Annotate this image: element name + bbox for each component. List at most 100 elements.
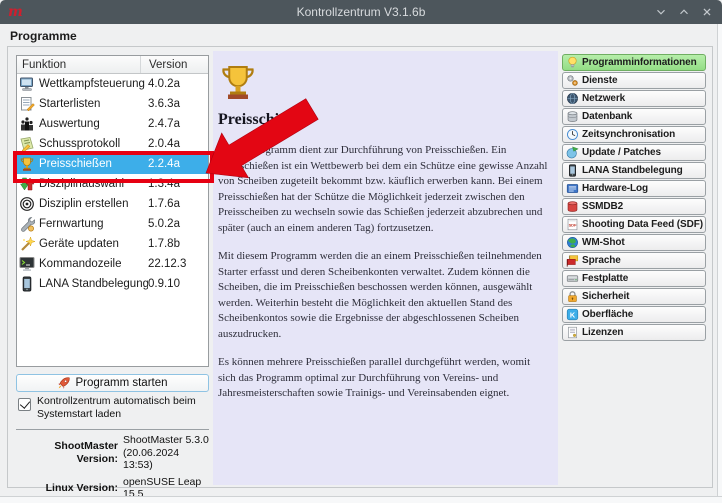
divider bbox=[16, 429, 209, 430]
column-header-funktion[interactable]: Funktion bbox=[17, 56, 141, 73]
sidebar-button-oberflaeche[interactable]: KOberfläche bbox=[562, 306, 706, 323]
table-row-preisschiessen[interactable]: Preisschießen2.2.4a bbox=[17, 154, 208, 174]
table-row-kommandozeile[interactable]: Kommandozeile22.12.3 bbox=[17, 254, 208, 274]
sidebar-label: SSMDB2 bbox=[582, 201, 623, 212]
detail-description: Dieses Programm dient zur Durchführung v… bbox=[218, 143, 548, 402]
minimize-button[interactable] bbox=[654, 5, 668, 19]
version-value: 5.0.2a bbox=[148, 218, 208, 230]
version-value: 1.7.6a bbox=[148, 198, 208, 210]
function-table: FunktionVersion Wettkampfsteuerung4.0.2a… bbox=[16, 55, 209, 367]
function-label: Disziplinauswahl bbox=[39, 178, 148, 190]
sidebar-label: Lizenzen bbox=[582, 327, 623, 338]
function-label: LANA Standbelegung bbox=[39, 278, 148, 290]
sidebar-button-lana-standbelegung[interactable]: LANA Standbelegung bbox=[562, 162, 706, 179]
maximize-button[interactable] bbox=[677, 5, 691, 19]
version-value: 1.7.8b bbox=[148, 238, 208, 250]
sidebar-button-hardware-log[interactable]: Hardware-Log bbox=[562, 180, 706, 197]
version-value: 4.0.2a bbox=[148, 78, 208, 90]
list-pencil-icon bbox=[19, 96, 35, 112]
function-label: Fernwartung bbox=[39, 218, 148, 230]
updown-arrows-icon bbox=[19, 176, 35, 192]
meyton-logo: m bbox=[8, 0, 23, 24]
sidebar-label: Netzwerk bbox=[582, 93, 625, 104]
sidebar-button-netzwerk[interactable]: Netzwerk bbox=[562, 90, 706, 107]
sidebar-button-sprache[interactable]: Sprache bbox=[562, 252, 706, 269]
start-program-label: Programm starten bbox=[75, 377, 167, 389]
kde-icon: K bbox=[566, 308, 579, 321]
trophy-icon bbox=[218, 61, 258, 103]
sdf-doc-icon: SDF bbox=[566, 218, 579, 231]
wrench-icon bbox=[19, 216, 35, 232]
table-body: Wettkampfsteuerung4.0.2aStarterlisten3.6… bbox=[17, 74, 208, 294]
sidebar-button-programminformationen[interactable]: Programminformationen bbox=[562, 54, 706, 71]
autostart-checkbox[interactable]: Kontrollzentrum automatisch beim Systems… bbox=[18, 395, 208, 420]
table-row-disziplinauswahl[interactable]: Disziplinauswahl1.3.4a bbox=[17, 174, 208, 194]
sidebar-label: LANA Standbelegung bbox=[582, 165, 683, 176]
computer-icon bbox=[19, 76, 35, 92]
programme-section-label: Programme bbox=[10, 29, 77, 43]
function-label: Kommandozeile bbox=[39, 258, 148, 270]
close-button[interactable] bbox=[700, 5, 714, 19]
checkbox-box[interactable] bbox=[18, 398, 31, 411]
podium-icon bbox=[19, 116, 35, 132]
window-frame-bottom bbox=[0, 496, 722, 503]
sidebar-label: Festplatte bbox=[582, 273, 628, 284]
table-header: FunktionVersion bbox=[17, 56, 208, 74]
sidebar-button-sicherheit[interactable]: Sicherheit bbox=[562, 288, 706, 305]
sidebar-label: Sprache bbox=[582, 255, 621, 266]
sidebar-button-festplatte[interactable]: Festplatte bbox=[562, 270, 706, 287]
target-icon bbox=[19, 196, 35, 212]
globe-update-icon bbox=[566, 146, 579, 159]
magic-wand-icon bbox=[19, 236, 35, 252]
table-row-lana-standbelegung[interactable]: LANA Standbelegung0.9.10 bbox=[17, 274, 208, 294]
sidebar-label: WM-Shot bbox=[582, 237, 625, 248]
table-row-fernwartung[interactable]: Fernwartung5.0.2a bbox=[17, 214, 208, 234]
rocket-icon bbox=[57, 376, 71, 390]
table-row-geraete-updaten[interactable]: Geräte updaten1.7.8b bbox=[17, 234, 208, 254]
sidebar-button-wm-shot[interactable]: WM-Shot bbox=[562, 234, 706, 251]
hardware-log-icon bbox=[566, 182, 579, 195]
sidebar-label: Programminformationen bbox=[582, 57, 697, 68]
sidebar-button-shooting-data-feed-sdf[interactable]: SDFShooting Data Feed (SDF) bbox=[562, 216, 706, 233]
license-doc-icon bbox=[566, 326, 579, 339]
sidebar-button-update-patches[interactable]: Update / Patches bbox=[562, 144, 706, 161]
version-value: 2.2.4a bbox=[148, 158, 208, 170]
sidebar-label: Oberfläche bbox=[582, 309, 633, 320]
version-info: ShootMaster Version:ShootMaster 5.3.0 (2… bbox=[16, 434, 214, 503]
function-label: Wettkampfsteuerung bbox=[39, 78, 148, 90]
table-row-schussprotokoll[interactable]: Schussprotokoll2.0.4a bbox=[17, 134, 208, 154]
version-value: ShootMaster 5.3.0 (20.06.2024 13:53) bbox=[123, 434, 211, 472]
bulb-icon bbox=[566, 56, 579, 69]
sidebar-button-ssmdb2[interactable]: SSMDB2 bbox=[562, 198, 706, 215]
version-info-row: ShootMaster Version:ShootMaster 5.3.0 (2… bbox=[16, 434, 214, 472]
column-header-version[interactable]: Version bbox=[141, 59, 187, 71]
svg-text:SDF: SDF bbox=[569, 223, 577, 228]
table-row-wettkampfsteuerung[interactable]: Wettkampfsteuerung4.0.2a bbox=[17, 74, 208, 94]
smartphone-icon bbox=[566, 164, 579, 177]
sidebar-label: Zeitsynchronisation bbox=[582, 129, 675, 140]
window-controls bbox=[654, 0, 714, 24]
padlock-icon bbox=[566, 290, 579, 303]
sidebar-button-dienste[interactable]: Dienste bbox=[562, 72, 706, 89]
autostart-label: Kontrollzentrum automatisch beim Systems… bbox=[37, 395, 208, 420]
detail-title: Preisschießen bbox=[218, 111, 548, 129]
version-value: 22.12.3 bbox=[148, 258, 208, 270]
sidebar-button-datenbank[interactable]: Datenbank bbox=[562, 108, 706, 125]
window-title: Kontrollzentrum V3.1.6b bbox=[0, 5, 722, 19]
sidebar-button-lizenzen[interactable]: Lizenzen bbox=[562, 324, 706, 341]
table-row-auswertung[interactable]: Auswertung2.4.7a bbox=[17, 114, 208, 134]
start-program-button[interactable]: Programm starten bbox=[16, 374, 209, 392]
window-frame-right bbox=[717, 24, 722, 496]
function-label: Auswertung bbox=[39, 118, 148, 130]
sidebar-button-zeitsynchronisation[interactable]: Zeitsynchronisation bbox=[562, 126, 706, 143]
table-row-starterlisten[interactable]: Starterlisten3.6.3a bbox=[17, 94, 208, 114]
table-row-disziplin-erstellen[interactable]: Disziplin erstellen1.7.6a bbox=[17, 194, 208, 214]
function-label: Disziplin erstellen bbox=[39, 198, 148, 210]
smartphone-icon bbox=[19, 276, 35, 292]
database-icon bbox=[566, 110, 579, 123]
description-paragraph-3: Es können mehrere Preisschießen parallel… bbox=[218, 355, 548, 402]
version-value: 0.9.10 bbox=[148, 278, 208, 290]
version-label: Linux Version: bbox=[16, 482, 118, 495]
red-db-icon bbox=[566, 200, 579, 213]
sidebar-label: Datenbank bbox=[582, 111, 632, 122]
